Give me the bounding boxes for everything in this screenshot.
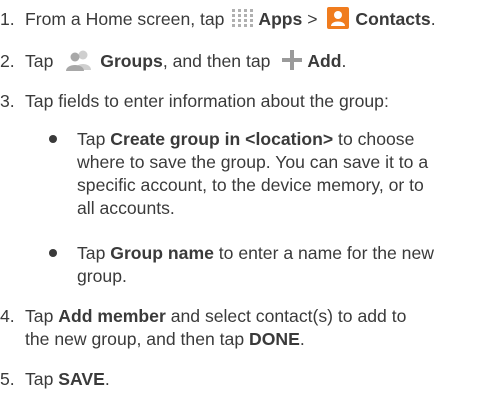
bullet-2-line-1: Tap Group name to enter a name for the n… bbox=[77, 242, 434, 265]
apps-label: Apps bbox=[258, 9, 303, 29]
step-suffix: . bbox=[104, 369, 110, 389]
bullet-1-line-3: specific account, to the device memory, … bbox=[77, 175, 424, 195]
contacts-label: Contacts bbox=[355, 9, 431, 29]
bullet-bold-label: Group name bbox=[110, 243, 214, 263]
bullet-dot bbox=[49, 249, 57, 257]
bullet-dot bbox=[49, 135, 57, 143]
step-suffix: . bbox=[299, 329, 305, 349]
save-label: SAVE bbox=[58, 369, 105, 389]
bullet-1-line-4: all accounts. bbox=[77, 198, 175, 218]
step-text-middle: and select contact(s) to add to bbox=[165, 306, 407, 326]
bullet-2-line-2: group. bbox=[77, 266, 127, 286]
bullet-text-prefix: Tap bbox=[77, 129, 111, 149]
bullet-bold-label: Create group in <location> bbox=[110, 129, 334, 149]
step-text: Tap fields to enter information about th… bbox=[25, 91, 389, 111]
step-suffix: . bbox=[341, 51, 347, 71]
step-text: Tap bbox=[25, 306, 59, 326]
step-text: the new group, and then tap bbox=[25, 329, 250, 349]
step-text: From a Home screen, tap bbox=[25, 9, 230, 29]
step-text: Tap bbox=[25, 51, 59, 71]
bullet-text: to enter a name for the new bbox=[213, 243, 434, 263]
apps-grid-icon bbox=[232, 9, 254, 28]
step-1: 1. From a Home screen, tap Apps > Contact… bbox=[0, 7, 436, 31]
step-2: 2. Tap Groups, and then tap Add. bbox=[0, 50, 346, 73]
step-number: 2. bbox=[0, 51, 15, 71]
step-4-line-2: the new group, and then tap DONE. bbox=[25, 328, 305, 351]
step-number: 3. bbox=[0, 91, 15, 111]
bullet-text: to choose bbox=[333, 129, 415, 149]
step-number: 4. bbox=[0, 306, 15, 326]
step-4: 4. Tap Add member and select contact(s) t… bbox=[0, 305, 406, 328]
step-3: 3. Tap fields to enter information about … bbox=[0, 90, 389, 113]
step-number: 1. bbox=[0, 9, 15, 29]
groups-label: Groups bbox=[100, 51, 163, 71]
bullet-text-prefix: Tap bbox=[77, 243, 111, 263]
plus-icon bbox=[281, 49, 303, 71]
step-number: 5. bbox=[0, 369, 15, 389]
bullet-1-line-1: Tap Create group in <location> to choose bbox=[77, 128, 414, 151]
step-5: 5. Tap SAVE. bbox=[0, 368, 110, 391]
step-text: Tap bbox=[25, 369, 59, 389]
instruction-page: { "steps": [ { "num": "1.", "prefix": "F… bbox=[0, 0, 502, 396]
separator: > bbox=[302, 9, 323, 29]
bullet-1-line-2: where to save the group. You can save it… bbox=[77, 152, 429, 172]
contacts-icon bbox=[327, 7, 350, 30]
add-member-label: Add member bbox=[58, 306, 166, 326]
groups-icon bbox=[64, 49, 94, 72]
done-label: DONE bbox=[249, 329, 300, 349]
step-suffix: . bbox=[430, 9, 436, 29]
add-label: Add bbox=[307, 51, 342, 71]
step-text-middle: , and then tap bbox=[162, 51, 276, 71]
